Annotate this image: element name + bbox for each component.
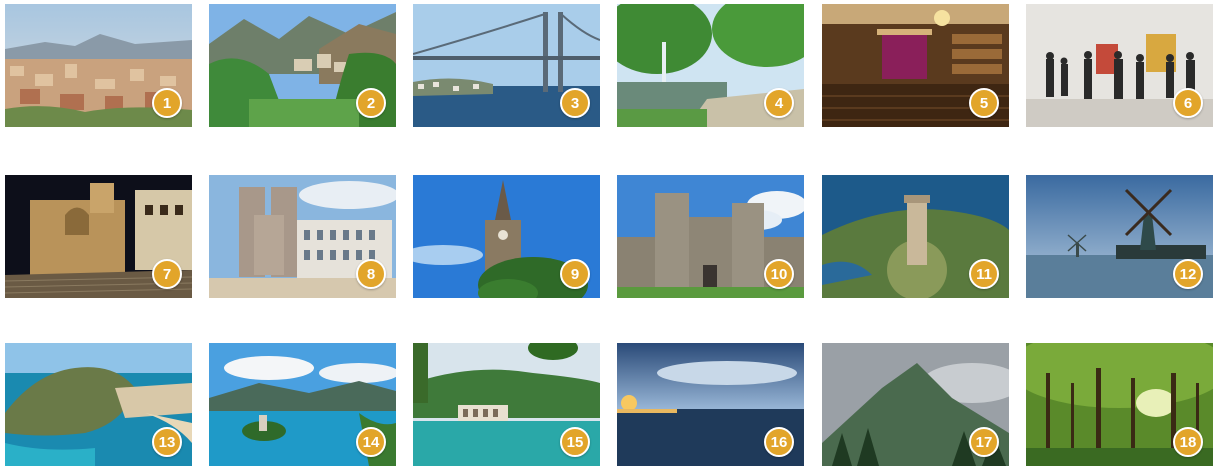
photo-tile-church-spire[interactable]: 9 [413,175,600,298]
photo-number-badge: 4 [764,88,794,118]
photo-tile-coastal-town[interactable]: 13 [5,343,192,466]
photo-number-badge: 2 [356,88,386,118]
photo-number-badge: 3 [560,88,590,118]
photo-tile-misty-mountain[interactable]: 17 [822,343,1009,466]
photo-tile-park-fountain[interactable]: 4 [617,4,804,127]
photo-tile-stone-castle[interactable]: 10 [617,175,804,298]
photo-number-badge: 16 [764,427,794,457]
photo-number-badge: 18 [1173,427,1203,457]
photo-number-badge: 7 [152,259,182,289]
photo-tile-forest[interactable]: 18 [1026,343,1213,466]
photo-tile-coastal-lighthouse[interactable]: 11 [822,175,1009,298]
photo-tile-cathedral-facade[interactable]: 8 [209,175,396,298]
photo-number-badge: 9 [560,259,590,289]
photo-grid: 1 2 3 4 5 6 7 8 9 10 11 12 13 14 15 16 1… [0,0,1213,466]
photo-number-badge: 5 [969,88,999,118]
photo-number-badge: 1 [152,88,182,118]
photo-tile-city-skyline[interactable]: 1 [5,4,192,127]
photo-tile-suspension-bridge[interactable]: 3 [413,4,600,127]
photo-tile-lake-island[interactable]: 14 [209,343,396,466]
photo-tile-windmill-river[interactable]: 12 [1026,175,1213,298]
photo-number-badge: 8 [356,259,386,289]
photo-number-badge: 6 [1173,88,1203,118]
photo-number-badge: 13 [152,427,182,457]
photo-tile-lake-boathouse[interactable]: 15 [413,343,600,466]
photo-tile-art-gallery[interactable]: 6 [1026,4,1213,127]
photo-tile-sea-sunset[interactable]: 16 [617,343,804,466]
photo-number-badge: 11 [969,259,999,289]
photo-number-badge: 12 [1173,259,1203,289]
photo-number-badge: 14 [356,427,386,457]
photo-tile-cathedral-night[interactable]: 7 [5,175,192,298]
photo-tile-theater-interior[interactable]: 5 [822,4,1009,127]
photo-tile-mountain-village[interactable]: 2 [209,4,396,127]
photo-number-badge: 17 [969,427,999,457]
photo-number-badge: 10 [764,259,794,289]
photo-number-badge: 15 [560,427,590,457]
